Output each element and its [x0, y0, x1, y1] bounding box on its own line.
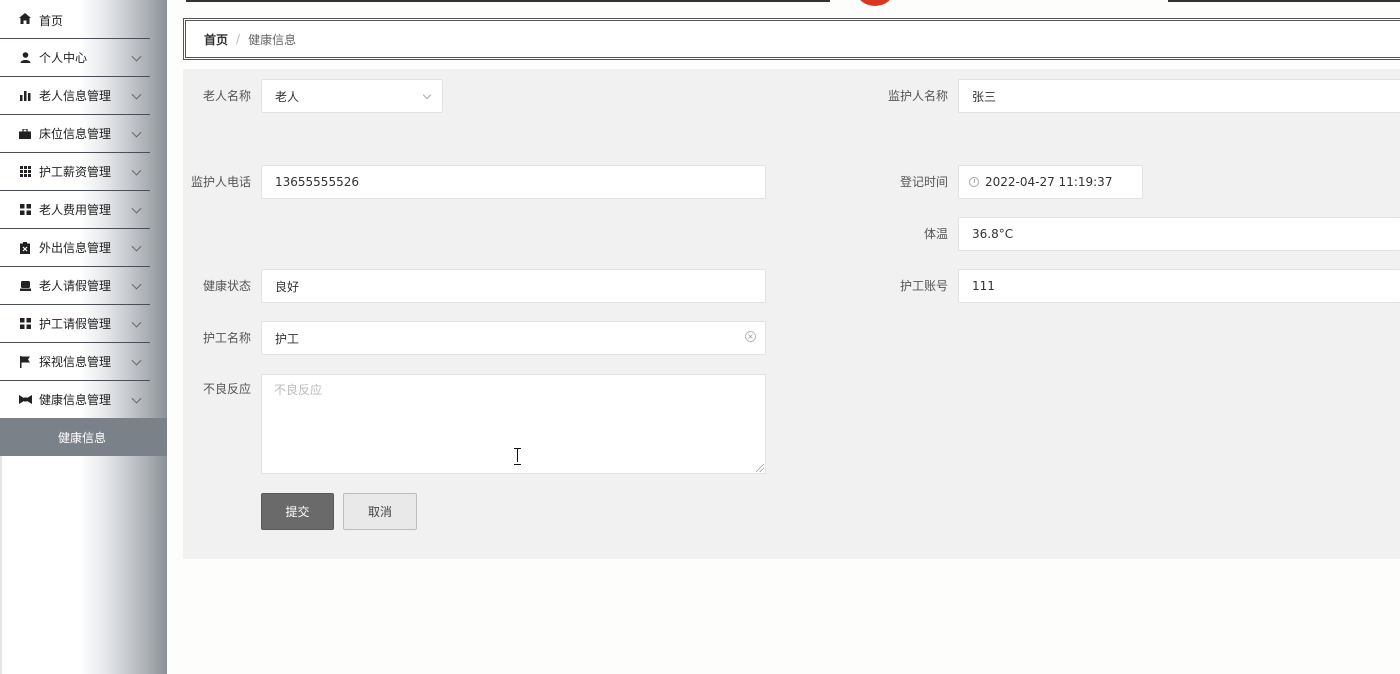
sidebar-item-label: 健康信息管理: [39, 393, 112, 407]
clear-icon[interactable]: ×: [745, 331, 756, 342]
cancel-button[interactable]: 取消: [343, 493, 417, 530]
sidebar-subitem-label: 健康信息: [57, 430, 106, 445]
elder-name-label: 老人名称: [202, 89, 251, 103]
sidebar-item-visit-info[interactable]: 探视信息管理: [0, 343, 150, 381]
print-icon: [18, 280, 32, 292]
sidebar-item-label: 个人中心: [39, 51, 88, 65]
nurse-account-value: 111: [972, 279, 995, 293]
apps-icon: [18, 318, 32, 330]
chevron-down-icon: [131, 51, 142, 62]
health-status-field[interactable]: 良好: [261, 269, 766, 303]
chevron-down-icon: [131, 203, 142, 214]
header-rule: [1168, 0, 1400, 2]
text-cursor-icon: [513, 448, 522, 465]
user-icon: [18, 52, 32, 64]
grid-icon: [18, 166, 32, 178]
chevron-down-icon: [131, 241, 142, 252]
clock-icon: [969, 177, 979, 187]
submit-button[interactable]: 提交: [261, 493, 334, 530]
sidebar-item-label: 床位信息管理: [39, 127, 112, 141]
sidebar-item-label: 老人信息管理: [39, 89, 112, 103]
elder-name-select[interactable]: 老人: [261, 79, 443, 113]
sidebar-item-label: 老人请假管理: [39, 279, 112, 293]
sidebar-item-outing-info[interactable]: 外出信息管理: [0, 229, 150, 267]
sidebar-item-label: 老人费用管理: [39, 203, 112, 217]
chevron-down-icon: [131, 279, 142, 290]
briefcase-icon: [18, 128, 32, 140]
health-status-label: 健康状态: [202, 279, 251, 293]
sidebar-item-elder-leave[interactable]: 老人请假管理: [0, 267, 150, 305]
sidebar-item-label: 首页: [39, 14, 64, 28]
sidebar-item-label: 探视信息管理: [39, 355, 112, 369]
chevron-down-icon: [131, 393, 142, 404]
sidebar: 首页 个人中心 老人信息管理 床位信息管理 护工薪资管理 老人费用管理 外出信息…: [0, 0, 167, 674]
guardian-phone-label: 监护人电话: [191, 175, 252, 189]
header-rule: [186, 0, 830, 2]
nurse-name-value: 护工: [275, 331, 300, 346]
sidebar-item-bed-info[interactable]: 床位信息管理: [0, 115, 150, 153]
clipboard-icon: [18, 241, 32, 254]
chevron-down-icon: [131, 165, 142, 176]
resize-handle[interactable]: [756, 464, 764, 472]
sidebar-menu: 首页 个人中心 老人信息管理 床位信息管理 护工薪资管理 老人费用管理 外出信息…: [0, 0, 150, 419]
apps-icon: [18, 204, 32, 216]
sidebar-item-label: 外出信息管理: [39, 241, 112, 255]
divider: [0, 456, 2, 674]
temperature-field[interactable]: 36.8°C: [958, 217, 1400, 251]
breadcrumb: 首页 / 健康信息: [183, 18, 1400, 60]
adverse-reaction-label: 不良反应: [202, 382, 251, 396]
sidebar-item-nurse-leave[interactable]: 护工请假管理: [0, 305, 150, 343]
temperature-value: 36.8°C: [972, 227, 1014, 241]
nurse-name-field[interactable]: 护工 ×: [261, 321, 766, 355]
sidebar-item-personal-center[interactable]: 个人中心: [0, 39, 150, 77]
guardian-phone-value: 13655555526: [275, 175, 359, 189]
guardian-name-value: 张三: [972, 89, 997, 104]
breadcrumb-current: 健康信息: [248, 32, 297, 47]
adverse-reaction-placeholder: 不良反应: [274, 383, 323, 397]
sidebar-item-label: 护工薪资管理: [39, 165, 112, 179]
chevron-down-icon: [131, 317, 142, 328]
health-info-form: 老人名称 老人 监护人名称 张三 监护人电话 13655555526 登记时间 …: [183, 69, 1400, 559]
guardian-name-label: 监护人名称: [888, 89, 949, 103]
sidebar-item-elder-info[interactable]: 老人信息管理: [0, 77, 150, 115]
sidebar-item-label: 护工请假管理: [39, 317, 112, 331]
nurse-account-label: 护工账号: [899, 279, 948, 293]
bar-chart-icon: [18, 90, 32, 102]
nurse-name-label: 护工名称: [202, 331, 251, 345]
sidebar-item-health-info[interactable]: 健康信息管理: [0, 381, 150, 419]
chevron-down-icon: [131, 89, 142, 100]
sidebar-item-elder-fee[interactable]: 老人费用管理: [0, 191, 150, 229]
nurse-account-field[interactable]: 111: [958, 269, 1400, 303]
chevron-down-icon: [131, 355, 142, 366]
elder-name-value: 老人: [275, 89, 300, 104]
chevron-down-icon: [131, 127, 142, 138]
guardian-name-field[interactable]: 张三: [958, 79, 1400, 113]
register-time-label: 登记时间: [899, 175, 948, 189]
bowtie-icon: [18, 394, 32, 406]
logo: ▬▬▬▬▬: [855, 0, 1145, 8]
sidebar-item-home[interactable]: 首页: [0, 0, 150, 39]
chevron-down-icon: [422, 90, 432, 100]
breadcrumb-separator: /: [236, 32, 241, 46]
temperature-label: 体温: [923, 227, 948, 241]
health-status-value: 良好: [275, 279, 300, 294]
sidebar-item-nurse-salary[interactable]: 护工薪资管理: [0, 153, 150, 191]
home-icon: [18, 12, 32, 24]
breadcrumb-home-link[interactable]: 首页: [204, 31, 228, 48]
guardian-phone-field[interactable]: 13655555526: [261, 165, 766, 199]
sidebar-subitem-health-info[interactable]: 健康信息: [0, 418, 167, 456]
flag-icon: [18, 355, 32, 368]
register-time-picker[interactable]: 2022-04-27 11:19:37: [958, 165, 1143, 199]
register-time-value: 2022-04-27 11:19:37: [985, 175, 1113, 189]
